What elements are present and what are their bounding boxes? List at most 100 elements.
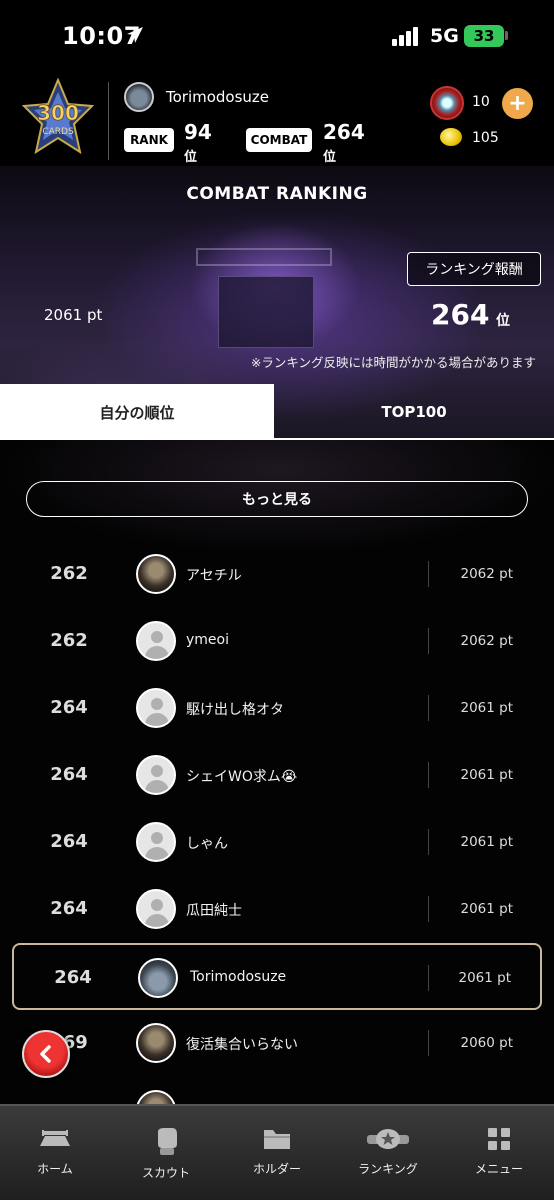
row-rank: 264 bbox=[50, 898, 88, 919]
avatar bbox=[136, 554, 176, 594]
row-rank: 264 bbox=[54, 967, 92, 988]
nav-ranking-label: ランキング bbox=[358, 1162, 418, 1176]
back-button[interactable] bbox=[22, 1030, 70, 1078]
cards-badge-icon[interactable]: 300 CARDS bbox=[22, 78, 94, 160]
rank-label: RANK bbox=[124, 128, 174, 152]
user-avatar[interactable] bbox=[124, 82, 154, 112]
nav-menu-label: メニュー bbox=[474, 1162, 523, 1176]
row-points: 2062 pt bbox=[460, 566, 513, 582]
row-rank: 264 bbox=[50, 831, 88, 852]
avatar bbox=[136, 1023, 176, 1063]
row-name: ymeoi bbox=[186, 632, 229, 648]
row-points: 2062 pt bbox=[460, 633, 513, 649]
row-divider bbox=[428, 762, 429, 788]
list-item[interactable]: 262 アセチル 2062 pt bbox=[0, 541, 554, 608]
row-name: アセチル bbox=[186, 568, 242, 584]
row-name: 瓜田純士 bbox=[186, 903, 242, 919]
chevron-left-icon bbox=[40, 1045, 51, 1063]
header-divider bbox=[108, 82, 109, 160]
gem-count: 10 bbox=[472, 94, 490, 110]
row-divider bbox=[428, 1030, 429, 1056]
ranking-tabs: 自分の順位 TOP100 bbox=[0, 384, 554, 440]
tab-my-rank[interactable]: 自分の順位 bbox=[0, 384, 274, 440]
coin-count: 105 bbox=[472, 130, 499, 146]
row-points: 2061 pt bbox=[460, 700, 513, 716]
battery-level: 33 bbox=[473, 27, 495, 45]
avatar bbox=[136, 1090, 176, 1104]
battery-icon: 33 bbox=[464, 25, 504, 47]
ranking-note: ※ランキング反映には時間がかかる場合があります bbox=[250, 355, 536, 370]
nav-holder[interactable]: ホルダー bbox=[222, 1106, 332, 1200]
combat-value: 264 bbox=[323, 120, 365, 144]
list-item-partial[interactable] bbox=[0, 1077, 554, 1104]
row-divider bbox=[428, 561, 429, 587]
list-item[interactable]: 264 しゃん 2061 pt bbox=[0, 809, 554, 876]
gem-icon bbox=[430, 86, 464, 120]
nav-menu[interactable]: メニュー bbox=[444, 1106, 554, 1200]
combat-label: COMBAT bbox=[246, 128, 312, 152]
nav-ranking[interactable]: ランキング bbox=[333, 1106, 443, 1200]
grid-icon bbox=[488, 1128, 510, 1150]
list-item-current-user[interactable]: 264 Torimodosuze 2061 pt bbox=[12, 943, 542, 1010]
badge-number: 300 bbox=[37, 101, 79, 125]
row-rank: 264 bbox=[50, 764, 88, 785]
row-name: 復活集合いらない bbox=[186, 1037, 298, 1053]
list-item[interactable]: 262 ymeoi 2062 pt bbox=[0, 608, 554, 675]
belt-icon bbox=[367, 1129, 409, 1149]
row-name: シェイWO求ム😭 bbox=[186, 769, 298, 785]
show-more-button[interactable]: もっと見る bbox=[26, 481, 528, 517]
ranking-list: もっと見る 262 アセチル 2062 pt 262 ymeoi 2062 pt… bbox=[0, 440, 554, 1104]
list-item[interactable]: 264 瓜田純士 2061 pt bbox=[0, 876, 554, 943]
nav-holder-label: ホルダー bbox=[252, 1162, 301, 1176]
ring-icon bbox=[40, 1130, 70, 1146]
page-title: COMBAT RANKING bbox=[186, 184, 368, 204]
battery-nub bbox=[505, 31, 508, 40]
nav-home[interactable]: ホーム bbox=[0, 1106, 110, 1200]
arena-rig bbox=[196, 248, 332, 266]
list-item[interactable]: 269 復活集合いらない 2060 pt bbox=[0, 1010, 554, 1077]
rank-unit: 位 bbox=[184, 150, 198, 165]
rank-value: 94 bbox=[184, 120, 212, 144]
nav-scout-label: スカウト bbox=[141, 1166, 190, 1180]
tab-top100[interactable]: TOP100 bbox=[274, 384, 554, 440]
add-gems-button[interactable]: + bbox=[502, 88, 533, 119]
username: Torimodosuze bbox=[166, 88, 270, 106]
row-name: 駆け出し格オタ bbox=[186, 702, 284, 718]
arena-screen bbox=[218, 276, 314, 348]
row-divider bbox=[428, 695, 429, 721]
row-divider bbox=[428, 628, 429, 654]
ranking-reward-button[interactable]: ランキング報酬 bbox=[407, 252, 541, 286]
row-rank: 262 bbox=[50, 563, 88, 584]
row-points: 2060 pt bbox=[460, 1035, 513, 1051]
row-divider bbox=[428, 829, 429, 855]
profile-header: 300 CARDS Torimodosuze RANK 94 位 COMBAT … bbox=[0, 78, 554, 176]
my-rank-unit: 位 bbox=[496, 313, 510, 329]
list-item[interactable]: 264 シェイWO求ム😭 2061 pt bbox=[0, 742, 554, 809]
list-item[interactable]: 264 駆け出し格オタ 2061 pt bbox=[0, 675, 554, 742]
badge-text: CARDS bbox=[42, 127, 74, 137]
row-points: 2061 pt bbox=[460, 901, 513, 917]
row-points: 2061 pt bbox=[460, 767, 513, 783]
row-divider bbox=[428, 965, 429, 991]
network-label: 5G bbox=[430, 25, 459, 47]
my-points: 2061 pt bbox=[44, 306, 103, 324]
row-divider bbox=[428, 896, 429, 922]
combat-unit: 位 bbox=[323, 150, 337, 165]
avatar bbox=[136, 755, 176, 795]
avatar bbox=[136, 889, 176, 929]
nav-scout[interactable]: スカウト bbox=[111, 1106, 221, 1200]
status-bar: 10:07 5G 33 bbox=[0, 0, 554, 78]
row-rank: 262 bbox=[50, 630, 88, 651]
bottom-nav: ホーム スカウト ホルダー ランキング メニュー bbox=[0, 1104, 554, 1200]
row-rank: 264 bbox=[50, 697, 88, 718]
folder-icon bbox=[264, 1130, 290, 1149]
row-name: しゃん bbox=[186, 836, 228, 852]
nav-home-label: ホーム bbox=[37, 1162, 73, 1176]
row-points: 2061 pt bbox=[458, 970, 511, 986]
avatar bbox=[136, 688, 176, 728]
signal-icon bbox=[392, 26, 422, 46]
avatar bbox=[136, 822, 176, 862]
row-name: Torimodosuze bbox=[190, 969, 287, 985]
avatar bbox=[138, 958, 178, 998]
coin-icon bbox=[440, 128, 462, 146]
